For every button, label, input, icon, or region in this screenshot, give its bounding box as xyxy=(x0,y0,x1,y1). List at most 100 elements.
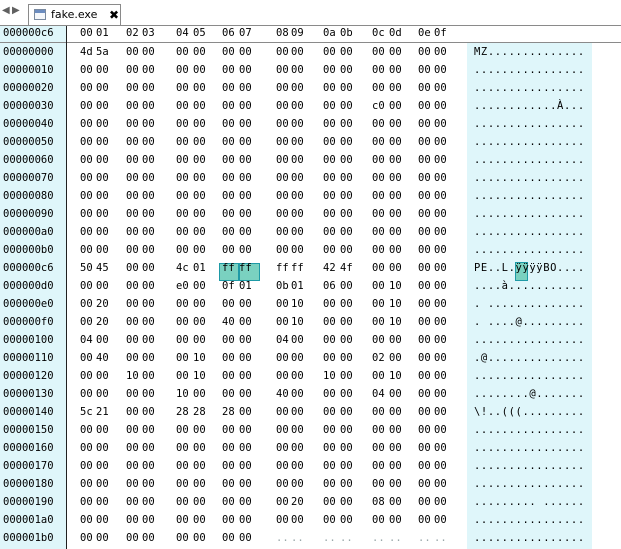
hex-byte[interactable]: 00 xyxy=(340,406,355,418)
hex-byte[interactable]: 00 xyxy=(276,478,291,490)
ascii-text[interactable]: ................ xyxy=(474,478,585,490)
hex-byte[interactable]: 00 xyxy=(96,370,111,382)
hex-byte[interactable]: 00 xyxy=(222,424,237,436)
hex-byte[interactable]: 00 xyxy=(222,352,237,364)
hex-byte[interactable]: 00 xyxy=(239,154,254,166)
hex-byte[interactable]: 00 xyxy=(340,388,355,400)
hex-byte[interactable]: 00 xyxy=(142,496,157,508)
hex-byte[interactable]: 00 xyxy=(126,136,141,148)
hex-byte[interactable]: 28 xyxy=(176,406,191,418)
ascii-text[interactable]: . ....@......... xyxy=(474,316,585,328)
hex-byte[interactable]: 00 xyxy=(389,334,404,346)
hex-byte[interactable]: 00 xyxy=(126,334,141,346)
hex-byte[interactable]: 00 xyxy=(340,154,355,166)
hex-byte[interactable]: 00 xyxy=(418,514,433,526)
hex-byte[interactable]: 00 xyxy=(142,118,157,130)
hex-byte[interactable]: 00 xyxy=(340,460,355,472)
hex-byte[interactable]: 00 xyxy=(389,64,404,76)
hex-byte[interactable]: 00 xyxy=(80,64,95,76)
hex-byte[interactable]: 00 xyxy=(340,64,355,76)
hex-byte[interactable]: 00 xyxy=(126,478,141,490)
hex-byte[interactable]: 00 xyxy=(96,100,111,112)
hex-byte[interactable]: 00 xyxy=(176,514,191,526)
hex-byte[interactable]: 00 xyxy=(389,424,404,436)
hex-byte[interactable]: 00 xyxy=(80,298,95,310)
hex-byte[interactable]: 00 xyxy=(291,100,306,112)
hex-byte[interactable]: 00 xyxy=(434,244,449,256)
hex-byte[interactable]: 00 xyxy=(80,532,95,544)
hex-byte[interactable]: 00 xyxy=(96,460,111,472)
hex-byte[interactable]: 00 xyxy=(80,118,95,130)
hex-byte[interactable]: 00 xyxy=(291,370,306,382)
hex-byte[interactable]: 00 xyxy=(142,334,157,346)
hex-byte[interactable]: 00 xyxy=(372,334,387,346)
hex-byte[interactable]: 00 xyxy=(418,442,433,454)
hex-byte[interactable]: 00 xyxy=(418,334,433,346)
hex-byte[interactable]: 00 xyxy=(193,298,208,310)
hex-byte[interactable]: 00 xyxy=(80,136,95,148)
hex-byte[interactable]: 00 xyxy=(323,46,338,58)
hex-byte[interactable]: 00 xyxy=(222,244,237,256)
hex-byte[interactable]: 00 xyxy=(142,154,157,166)
hex-byte[interactable]: 00 xyxy=(176,370,191,382)
hex-byte[interactable]: ff xyxy=(291,262,306,274)
hex-byte[interactable]: 00 xyxy=(389,406,404,418)
hex-byte[interactable]: 00 xyxy=(389,190,404,202)
hex-byte[interactable]: 00 xyxy=(434,316,449,328)
hex-byte[interactable]: 00 xyxy=(126,118,141,130)
hex-byte[interactable]: 00 xyxy=(126,172,141,184)
hex-byte[interactable]: 00 xyxy=(434,514,449,526)
hex-byte[interactable]: 00 xyxy=(323,154,338,166)
hex-byte[interactable]: .. xyxy=(323,532,338,544)
hex-byte[interactable]: 04 xyxy=(372,388,387,400)
ascii-text[interactable]: .@.............. xyxy=(474,352,585,364)
hex-byte[interactable]: 00 xyxy=(276,46,291,58)
hex-byte[interactable]: 00 xyxy=(142,532,157,544)
hex-byte[interactable]: 01 xyxy=(291,280,306,292)
hex-byte[interactable]: 00 xyxy=(80,244,95,256)
ascii-text[interactable]: ....à........... xyxy=(474,280,585,292)
hex-byte[interactable]: 00 xyxy=(239,226,254,238)
hex-byte[interactable]: 00 xyxy=(126,154,141,166)
hex-byte[interactable]: 00 xyxy=(80,388,95,400)
hex-byte[interactable]: 00 xyxy=(434,100,449,112)
hex-byte[interactable]: 00 xyxy=(80,496,95,508)
hex-byte[interactable]: 00 xyxy=(291,514,306,526)
hex-byte[interactable]: 00 xyxy=(176,352,191,364)
hex-byte[interactable]: 00 xyxy=(323,424,338,436)
hex-byte[interactable]: 20 xyxy=(96,298,111,310)
hex-byte[interactable]: 00 xyxy=(372,64,387,76)
hex-byte[interactable]: 00 xyxy=(323,334,338,346)
hex-byte[interactable]: 00 xyxy=(276,298,291,310)
hex-byte[interactable]: 00 xyxy=(126,424,141,436)
hex-byte[interactable]: 00 xyxy=(176,316,191,328)
hex-byte[interactable]: 00 xyxy=(222,532,237,544)
hex-byte[interactable]: 21 xyxy=(96,406,111,418)
hex-byte[interactable]: 00 xyxy=(142,262,157,274)
hex-byte[interactable]: 28 xyxy=(222,406,237,418)
hex-byte[interactable]: c0 xyxy=(372,100,387,112)
hex-byte[interactable]: 00 xyxy=(126,208,141,220)
hex-byte[interactable]: 10 xyxy=(193,352,208,364)
hex-byte[interactable]: 00 xyxy=(96,334,111,346)
hex-byte[interactable]: 00 xyxy=(126,100,141,112)
hex-byte[interactable]: 00 xyxy=(291,208,306,220)
hex-byte[interactable]: 00 xyxy=(176,478,191,490)
hex-byte[interactable]: 00 xyxy=(276,208,291,220)
hex-byte[interactable]: 00 xyxy=(434,172,449,184)
ascii-text[interactable]: PE..L.ÿÿÿÿBO.... xyxy=(474,262,585,274)
hex-byte[interactable]: 00 xyxy=(389,442,404,454)
hex-byte[interactable]: 00 xyxy=(389,46,404,58)
hex-byte[interactable]: 00 xyxy=(340,244,355,256)
hex-byte[interactable]: 00 xyxy=(239,316,254,328)
hex-byte[interactable]: 10 xyxy=(389,370,404,382)
hex-byte[interactable]: 00 xyxy=(323,352,338,364)
hex-byte[interactable]: 00 xyxy=(276,82,291,94)
ascii-text[interactable]: ................ xyxy=(474,226,585,238)
hex-byte[interactable]: 00 xyxy=(291,424,306,436)
hex-byte[interactable]: 00 xyxy=(222,46,237,58)
hex-byte[interactable]: 00 xyxy=(276,190,291,202)
hex-byte[interactable]: 00 xyxy=(276,316,291,328)
hex-byte[interactable]: 00 xyxy=(176,442,191,454)
hex-byte[interactable]: 00 xyxy=(193,172,208,184)
